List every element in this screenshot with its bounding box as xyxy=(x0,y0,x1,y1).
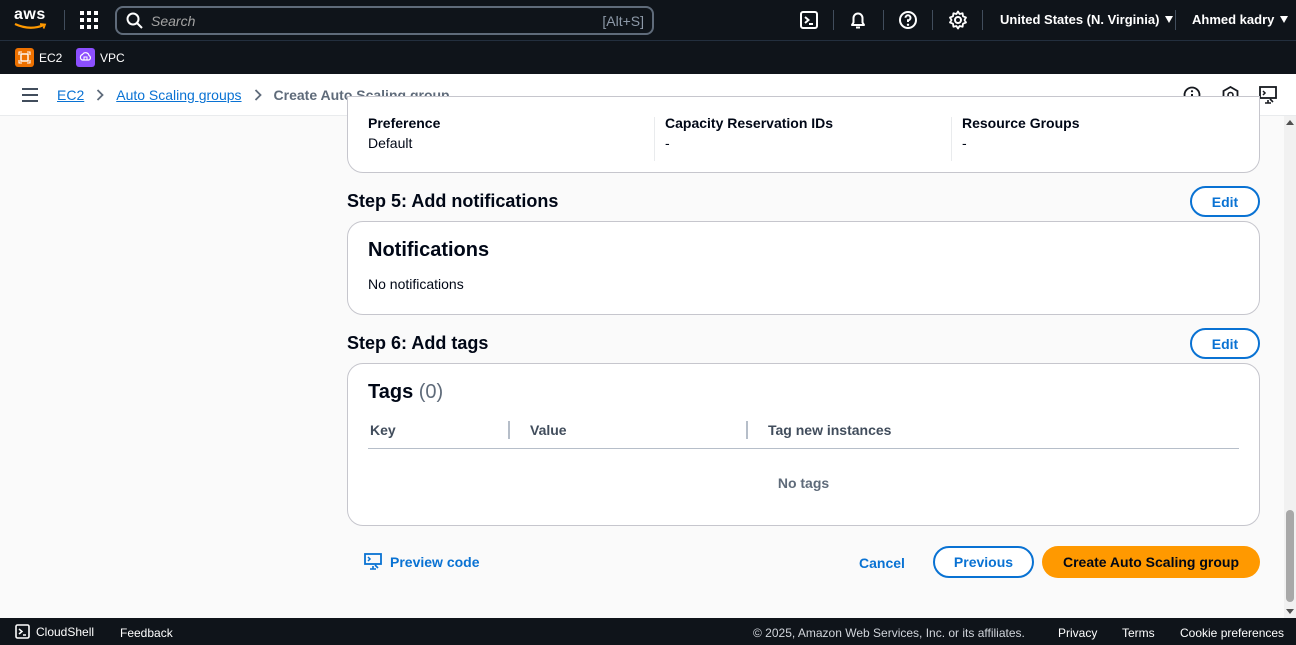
cloudshell-icon[interactable] xyxy=(799,10,819,30)
step6-edit-button[interactable]: Edit xyxy=(1190,328,1260,359)
previous-button[interactable]: Previous xyxy=(933,546,1034,578)
column-divider xyxy=(951,117,952,161)
aws-smile-icon xyxy=(14,23,47,29)
notifications-empty-text: No notifications xyxy=(368,276,464,292)
code-preview-icon xyxy=(364,553,382,570)
code-preview-icon[interactable] xyxy=(1259,86,1277,104)
search-input[interactable] xyxy=(151,11,571,30)
notifications-bell-icon[interactable] xyxy=(848,10,868,30)
tags-count: (0) xyxy=(418,381,444,403)
top-navigation: aws [Alt+S] xyxy=(0,0,1296,40)
column-divider xyxy=(654,117,655,161)
column-divider xyxy=(508,421,510,439)
cloudshell-label: CloudShell xyxy=(36,624,95,639)
footer-privacy-link[interactable]: Privacy xyxy=(1058,626,1097,640)
column-header-tag-new-instances[interactable]: Tag new instances xyxy=(768,422,891,438)
preview-code-button[interactable]: Preview code xyxy=(364,553,480,570)
favorite-label: EC2 xyxy=(39,50,63,65)
step5-edit-button[interactable]: Edit xyxy=(1190,186,1260,217)
tags-title: Tags (0) xyxy=(368,381,443,404)
menu-hamburger-icon[interactable] xyxy=(22,88,38,102)
breadcrumb-ec2[interactable]: EC2 xyxy=(57,87,84,103)
divider xyxy=(982,10,983,30)
capacity-reservation-label: Capacity Reservation IDs xyxy=(665,115,834,131)
preference-label: Preference xyxy=(368,115,441,131)
region-label: United States (N. Virginia) xyxy=(1000,12,1160,27)
divider xyxy=(883,10,884,30)
search-icon xyxy=(126,12,143,29)
cloudshell-icon xyxy=(15,624,30,639)
preview-code-label: Preview code xyxy=(390,553,480,570)
tags-card: Tags (0) Key Value Tag new instances No … xyxy=(347,363,1260,526)
favorites-bar: EC2 VPC xyxy=(0,40,1296,74)
vpc-service-icon xyxy=(76,48,95,67)
footer-terms-link[interactable]: Terms xyxy=(1122,626,1155,640)
favorite-label: VPC xyxy=(100,50,125,65)
scroll-up-arrow-icon[interactable] xyxy=(1286,120,1294,125)
tags-empty-state: No tags xyxy=(777,475,830,491)
footer-copyright: © 2025, Amazon Web Services, Inc. or its… xyxy=(753,626,1025,640)
column-header-value[interactable]: Value xyxy=(530,422,567,438)
divider xyxy=(1175,10,1176,30)
notifications-title: Notifications xyxy=(368,239,490,261)
resource-groups-label: Resource Groups xyxy=(962,115,1080,131)
scroll-down-arrow-icon[interactable] xyxy=(1286,609,1294,614)
breadcrumb-auto-scaling-groups[interactable]: Auto Scaling groups xyxy=(116,87,241,103)
divider xyxy=(932,10,933,30)
help-icon[interactable] xyxy=(898,10,918,30)
column-divider xyxy=(746,421,748,439)
create-auto-scaling-group-button[interactable]: Create Auto Scaling group xyxy=(1042,546,1260,578)
chevron-right-icon xyxy=(254,89,262,101)
footer-feedback[interactable]: Feedback xyxy=(120,626,173,640)
notifications-card: Notifications No notifications xyxy=(347,221,1260,315)
account-menu[interactable]: Ahmed kadry xyxy=(1192,12,1289,27)
caret-down-icon xyxy=(1280,16,1289,23)
footer: CloudShell Feedback © 2025, Amazon Web S… xyxy=(0,618,1296,645)
services-grid-icon[interactable] xyxy=(80,11,98,29)
step5-heading: Step 5: Add notifications xyxy=(347,191,559,211)
favorite-vpc[interactable]: VPC xyxy=(76,48,125,67)
table-header-divider xyxy=(368,448,1239,449)
search-box[interactable]: [Alt+S] xyxy=(115,6,654,35)
instance-preference-card: Preference Default Capacity Reservation … xyxy=(347,96,1260,173)
step6-heading: Step 6: Add tags xyxy=(347,333,489,353)
settings-gear-icon[interactable] xyxy=(948,10,968,30)
region-selector[interactable]: United States (N. Virginia) xyxy=(1000,12,1174,27)
account-name: Ahmed kadry xyxy=(1192,12,1275,27)
capacity-reservation-value: - xyxy=(665,135,670,151)
divider xyxy=(833,10,834,30)
caret-down-icon xyxy=(1165,16,1174,23)
aws-logo[interactable]: aws xyxy=(14,7,50,32)
cancel-button[interactable]: Cancel xyxy=(859,555,905,571)
page-scrollbar[interactable] xyxy=(1284,116,1296,618)
preference-value: Default xyxy=(368,135,413,151)
chevron-right-icon xyxy=(96,89,105,101)
column-header-key[interactable]: Key xyxy=(370,422,396,438)
resource-groups-value: - xyxy=(962,135,967,151)
scrollbar-thumb[interactable] xyxy=(1286,510,1294,602)
search-shortcut-hint: [Alt+S] xyxy=(602,13,644,29)
footer-cloudshell[interactable]: CloudShell xyxy=(15,624,94,639)
ec2-service-icon xyxy=(15,48,34,67)
footer-cookie-preferences-link[interactable]: Cookie preferences xyxy=(1180,626,1284,640)
divider xyxy=(64,10,65,30)
favorite-ec2[interactable]: EC2 xyxy=(15,48,62,67)
tags-title-text: Tags xyxy=(368,381,414,403)
